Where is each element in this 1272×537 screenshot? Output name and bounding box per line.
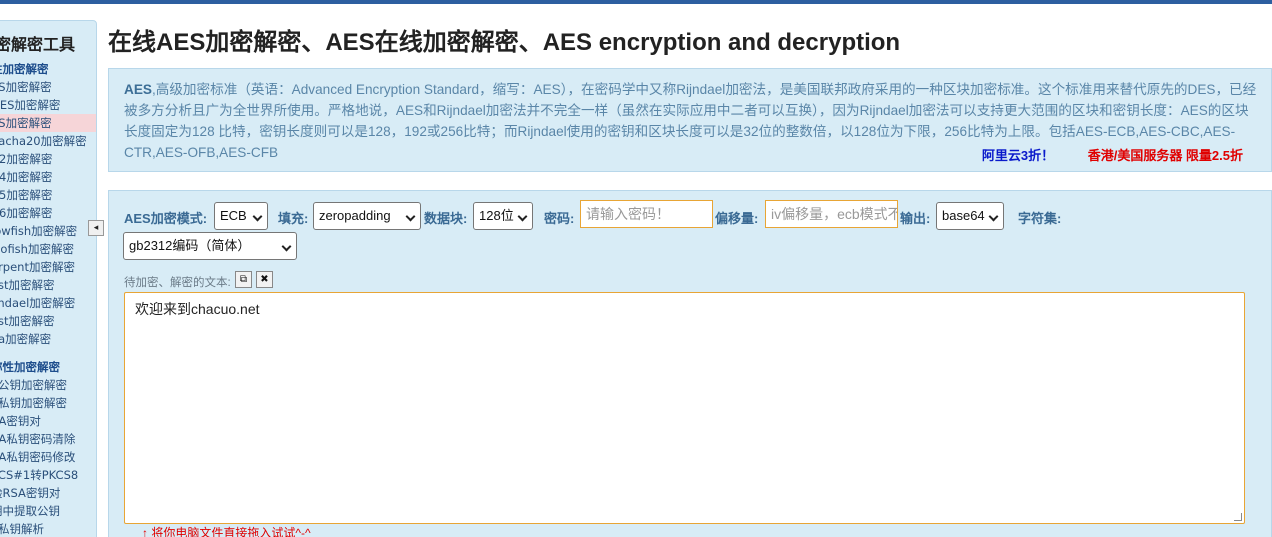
sidebar-item[interactable]: C6加密解密 [0,204,96,222]
output-select[interactable]: base64 [936,202,1004,230]
sidebar-collapse-icon[interactable]: ◂ [88,220,104,236]
sidebar-item[interactable]: ast加密解密 [0,312,96,330]
sidebar-item[interactable]: 验RSA密钥对 [0,484,96,502]
iv-input[interactable]: iv偏移量，ecb模式不用填写！ [765,200,898,228]
sidebar-item[interactable]: ea加密解密 [0,330,96,348]
crypto-panel: AES加密模式: ECB 填充: zeropadding 数据块: 128位 密… [108,190,1272,537]
promo-link-aliyun[interactable]: 阿里云3折！ [982,148,1054,163]
sidebar-item[interactable]: ijndael加密解密 [0,294,96,312]
sidebar-item[interactable]: SA私钥密码修改 [0,448,96,466]
sidebar-item[interactable]: SA密钥对 [0,412,96,430]
sidebar-item[interactable]: DES加密解密 [0,96,96,114]
padding-select[interactable]: zeropadding [313,202,421,230]
text-area-label: 待加密、解密的文本: [124,277,231,289]
mode-label: AES加密模式: [124,211,208,226]
sidebar-item[interactable]: ES加密解密 [0,78,96,96]
description-lead: AES [124,82,152,97]
sidebar-item[interactable]: a公钥加密解密 [0,376,96,394]
clear-icon[interactable]: ✖ [256,271,273,288]
resize-grip-icon[interactable] [1234,513,1242,521]
sidebar: 密解密工具 性加密解密ES加密解密DES加密解密ES加密解密hacha20加密解… [0,20,97,537]
sidebar-item[interactable]: C5加密解密 [0,186,96,204]
sidebar-section-heading[interactable]: 称性加密解密 [0,358,96,376]
promo-links: 阿里云3折！ 香港/美国服务器 限量2.5折 [952,145,1243,166]
password-input[interactable]: 请输入密码！ [580,200,713,228]
padding-label: 填充: [278,211,309,226]
sidebar-item[interactable]: ost加密解密 [0,276,96,294]
promo-link-hk-server[interactable]: 香港/美国服务器 限量2.5折 [1088,148,1243,163]
block-size-label: 数据块: [424,211,468,226]
description-box: AES,高级加密标准（英语：Advanced Encryption Standa… [108,68,1272,172]
mode-select[interactable]: ECB [214,202,268,230]
output-label: 输出: [900,211,931,226]
sidebar-item[interactable]: hacha20加密解密 [0,132,96,150]
block-size-select[interactable]: 128位 [473,202,533,230]
sidebar-item[interactable]: wofish加密解密 [0,240,96,258]
sidebar-item[interactable]: erpent加密解密 [0,258,96,276]
sidebar-item[interactable]: a私钥加密解密 [0,394,96,412]
sidebar-spacer [0,348,96,358]
sidebar-title: 密解密工具 [0,35,76,54]
input-textarea[interactable]: 欢迎来到chacuo.net [124,292,1245,524]
page-title: 在线AES加密解密、AES在线加密解密、AES encryption and d… [108,29,901,56]
sidebar-section-heading[interactable]: 性加密解密 [0,60,96,78]
sidebar-item[interactable]: SA私钥密码清除 [0,430,96,448]
input-text: 欢迎来到chacuo.net [135,301,260,317]
sidebar-item[interactable]: C4加密解密 [0,168,96,186]
sidebar-item[interactable]: 钥中提取公钥 [0,502,96,520]
sidebar-item[interactable]: lowfish加密解密 [0,222,96,240]
sidebar-menu: 性加密解密ES加密解密DES加密解密ES加密解密hacha20加密解密C2加密解… [0,60,96,537]
drag-drop-hint: ↑ 将你电脑文件直接拖入试试^-^ [142,526,311,537]
sidebar-item[interactable]: KCS#1转PKCS8 [0,466,96,484]
sidebar-item[interactable]: a私钥解析 [0,520,96,537]
copy-icon[interactable]: ⧉ [235,271,252,288]
sidebar-item[interactable]: ES加密解密 [0,114,96,132]
iv-label: 偏移量: [715,211,759,226]
charset-label: 字符集: [1018,211,1062,226]
top-accent-bar [0,0,1272,4]
password-label: 密码: [544,211,575,226]
charset-select[interactable]: gb2312编码（简体） [123,232,297,260]
sidebar-item[interactable]: C2加密解密 [0,150,96,168]
